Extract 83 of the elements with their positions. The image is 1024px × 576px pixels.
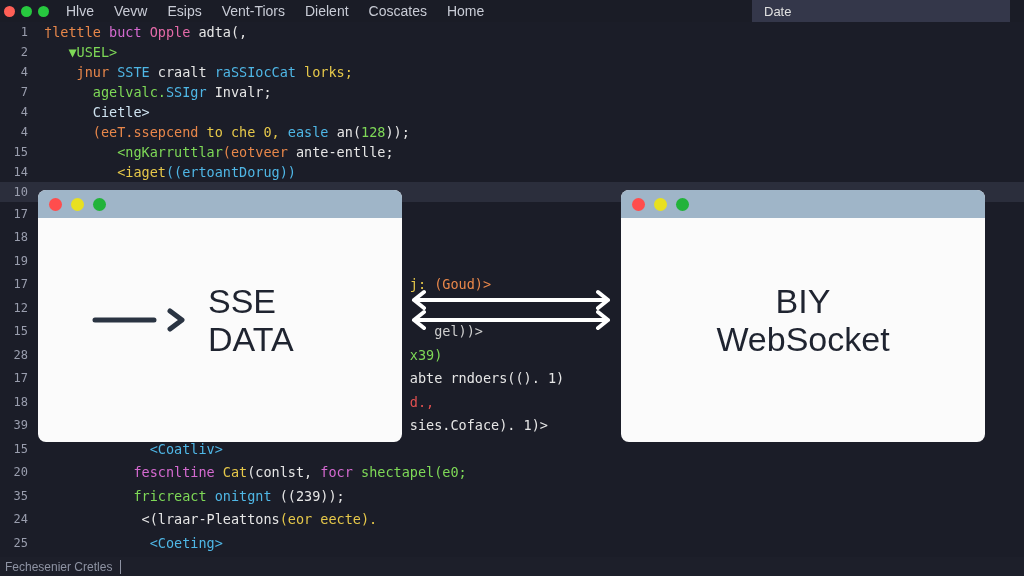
menu-item[interactable]: Dielent — [295, 3, 359, 19]
code-token: <Coeting> — [149, 534, 223, 551]
window-control-icon[interactable] — [38, 5, 49, 17]
menu-item[interactable]: Coscates — [358, 3, 437, 19]
line-number: 15 — [12, 145, 29, 159]
code-token: Opple — [149, 24, 191, 40]
code-token: SSIgr — [165, 84, 208, 100]
line-number: 25 — [12, 535, 29, 550]
code-token: )); — [385, 124, 410, 140]
menu-item[interactable]: Vevw — [104, 3, 158, 19]
line-number: 4 — [19, 65, 29, 79]
line-number: 17 — [12, 277, 29, 292]
code-token: Cat — [222, 464, 248, 481]
line-number: 15 — [12, 324, 29, 339]
code-token: <iaget — [117, 164, 166, 180]
code-token: ante-entlle; — [296, 144, 394, 160]
double-arrow-icon — [412, 290, 610, 310]
code-token: <ngKarruttlar — [117, 144, 223, 160]
line-number: 15 — [12, 441, 29, 456]
code-token: abte rndoers((). 1) — [409, 370, 565, 387]
code-token: j: — [409, 276, 427, 293]
window-control-icon[interactable] — [21, 5, 32, 17]
code-token: jnur — [76, 64, 111, 80]
code-token: onitgnt — [214, 487, 273, 504]
code-token: x39) — [409, 346, 443, 363]
code-token: Cietle> — [92, 104, 150, 120]
code-token: an( — [336, 124, 362, 140]
code-token: ((ertoantDorug)) — [165, 164, 296, 180]
menu-item[interactable]: Vent-Tiors — [211, 3, 295, 19]
line-number: 28 — [12, 347, 29, 362]
window-label: BIY WebSocket — [716, 282, 890, 358]
code-token: easle — [287, 124, 330, 140]
line-number: 4 — [19, 125, 29, 139]
code-token: lorks; — [304, 64, 353, 80]
menu-item[interactable]: Home — [436, 3, 495, 19]
line-number: 24 — [12, 512, 29, 527]
line-number: 4 — [19, 105, 29, 119]
code-token: sies.Coface). 1)> — [409, 417, 548, 434]
code-token: fricreact — [133, 487, 208, 504]
line-number: 35 — [12, 488, 29, 503]
code-token: (eeT.ssepcend — [92, 124, 200, 140]
menu-item[interactable]: Hlve — [56, 3, 104, 19]
line-number: 14 — [12, 165, 29, 179]
line-number: 20 — [12, 465, 29, 480]
code-token: raSSIocCat — [214, 64, 297, 80]
window-label: SSE DATA — [208, 282, 294, 358]
code-token: focr — [320, 464, 354, 481]
code-token: Invalr; — [214, 84, 272, 100]
code-token: (conlst, — [247, 464, 314, 481]
code-token: craalt — [157, 64, 208, 80]
line-number: 39 — [12, 418, 29, 433]
code-token: gel))> — [434, 323, 483, 340]
code-token: adta(, — [197, 24, 248, 40]
line-number: 19 — [12, 253, 29, 268]
code-token: ((239)); — [279, 487, 345, 504]
code-token: (eotveer — [222, 144, 289, 160]
code-token: buct — [108, 24, 143, 40]
code-token: fescnltine — [133, 464, 216, 481]
status-text: Fechesenier Cretles — [0, 559, 122, 574]
code-token: d., — [409, 393, 435, 410]
code-token: (eor eecte). — [279, 511, 378, 528]
line-number: 1 — [19, 25, 29, 39]
line-number: 10 — [12, 185, 29, 199]
line-number: 7 — [19, 85, 29, 99]
code-token: SSTE — [117, 64, 151, 80]
code-token: shectapel(e0; — [361, 464, 467, 481]
code-token: <Coatliv> — [149, 440, 223, 457]
code-token: <(lraar-Pleattons — [141, 511, 280, 528]
line-number: 2 — [19, 45, 29, 59]
editor-tab[interactable]: Date — [752, 0, 1010, 22]
line-number: 12 — [12, 300, 29, 315]
line-number: 18 — [12, 394, 29, 409]
code-token: †lettle — [44, 24, 101, 40]
code-token: agelvalc. — [92, 84, 166, 100]
code-token: (Goud)> — [434, 276, 492, 293]
line-number: 17 — [12, 206, 29, 221]
line-number: 18 — [12, 230, 29, 245]
line-number: 17 — [12, 371, 29, 386]
code-token: ▼USEL> — [68, 44, 118, 60]
window-control-icon[interactable] — [4, 5, 15, 17]
code-token: 128 — [361, 124, 386, 140]
code-token: to che 0, — [206, 124, 281, 140]
menu-item[interactable]: Esips — [157, 3, 212, 19]
